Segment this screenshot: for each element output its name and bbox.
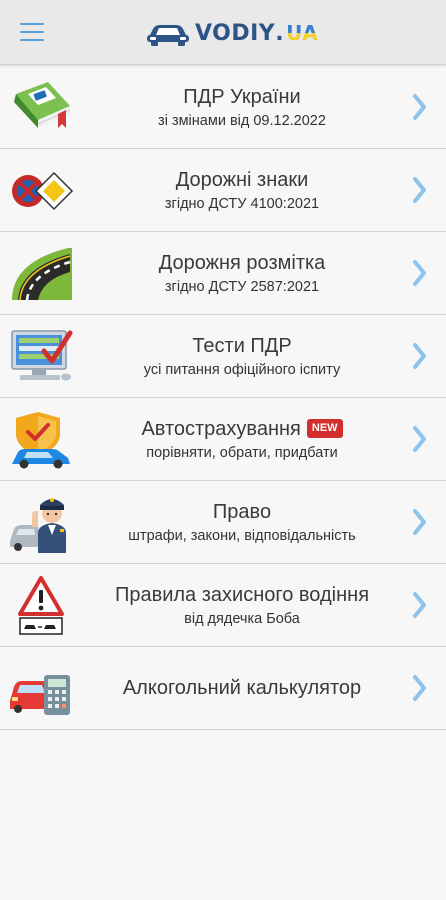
- menu-item-title: Тести ПДР: [192, 334, 292, 357]
- menu-item-subtitle: штрафи, закони, відповідальність: [128, 527, 356, 544]
- chevron-right-icon: [413, 592, 426, 618]
- menu-item-subtitle: згідно ДСТУ 4100:2021: [164, 195, 320, 212]
- menu-item-alcohol-calculator[interactable]: Алкогольний калькулятор: [0, 647, 446, 730]
- road-marking-icon: [8, 242, 74, 304]
- car-logo-icon: [147, 25, 189, 46]
- menu-item-subtitle: від дядечка Боба: [184, 610, 300, 627]
- hamburger-menu-icon[interactable]: [18, 20, 46, 44]
- menu-item-defensive-driving[interactable]: Правила захисного водіння від дядечка Бо…: [0, 564, 446, 647]
- app-logo: VODIY. UA: [145, 16, 319, 50]
- chevron-right-icon: [413, 177, 426, 203]
- car-calculator-icon: [8, 657, 74, 719]
- police-officer-icon: [8, 491, 74, 553]
- menu-list: ПДР України зі змінами від 09.12.2022 До…: [0, 66, 446, 730]
- logo-tld: UA: [286, 21, 319, 45]
- menu-item-subtitle: зі змінами від 09.12.2022: [158, 112, 326, 129]
- menu-item-law[interactable]: Право штрафи, закони, відповідальність: [0, 481, 446, 564]
- rulebook-icon: [8, 76, 74, 138]
- chevron-right-icon: [413, 426, 426, 452]
- chevron-right-icon: [413, 675, 426, 701]
- menu-item-title: Алкогольний калькулятор: [122, 677, 362, 699]
- menu-item-subtitle: усі питання офіційного іспиту: [143, 361, 341, 378]
- menu-item-road-marking[interactable]: Дорожня розмітка згідно ДСТУ 2587:2021: [0, 232, 446, 315]
- warning-sign-icon: [8, 574, 74, 636]
- logo-dot: .: [275, 20, 285, 46]
- menu-item-road-signs[interactable]: Дорожні знаки згідно ДСТУ 4100:2021: [0, 149, 446, 232]
- menu-item-insurance[interactable]: Автострахування NEW порівняти, обрати, п…: [0, 398, 446, 481]
- car-insurance-icon: [8, 408, 74, 470]
- menu-item-title: Правила захисного водіння: [114, 583, 370, 606]
- new-badge: NEW: [306, 419, 343, 438]
- chevron-right-icon: [413, 343, 426, 369]
- menu-item-subtitle: згідно ДСТУ 2587:2021: [164, 278, 320, 295]
- logo-name: VODIY: [195, 20, 276, 46]
- menu-item-pdr[interactable]: ПДР України зі змінами від 09.12.2022: [0, 66, 446, 149]
- chevron-right-icon: [413, 260, 426, 286]
- chevron-right-icon: [413, 94, 426, 120]
- menu-item-title: Автострахування: [141, 417, 301, 440]
- app-header: VODIY. UA: [0, 0, 446, 65]
- computer-test-icon: [8, 325, 74, 387]
- road-signs-icon: [8, 159, 74, 221]
- menu-item-title: Право: [212, 500, 272, 523]
- menu-item-title: ПДР України: [183, 85, 301, 108]
- chevron-right-icon: [413, 509, 426, 535]
- menu-item-title: Дорожня розмітка: [158, 251, 326, 274]
- menu-item-tests[interactable]: Тести ПДР усі питання офіційного іспиту: [0, 315, 446, 398]
- menu-item-subtitle: порівняти, обрати, придбати: [146, 444, 338, 461]
- menu-item-title: Дорожні знаки: [175, 168, 309, 191]
